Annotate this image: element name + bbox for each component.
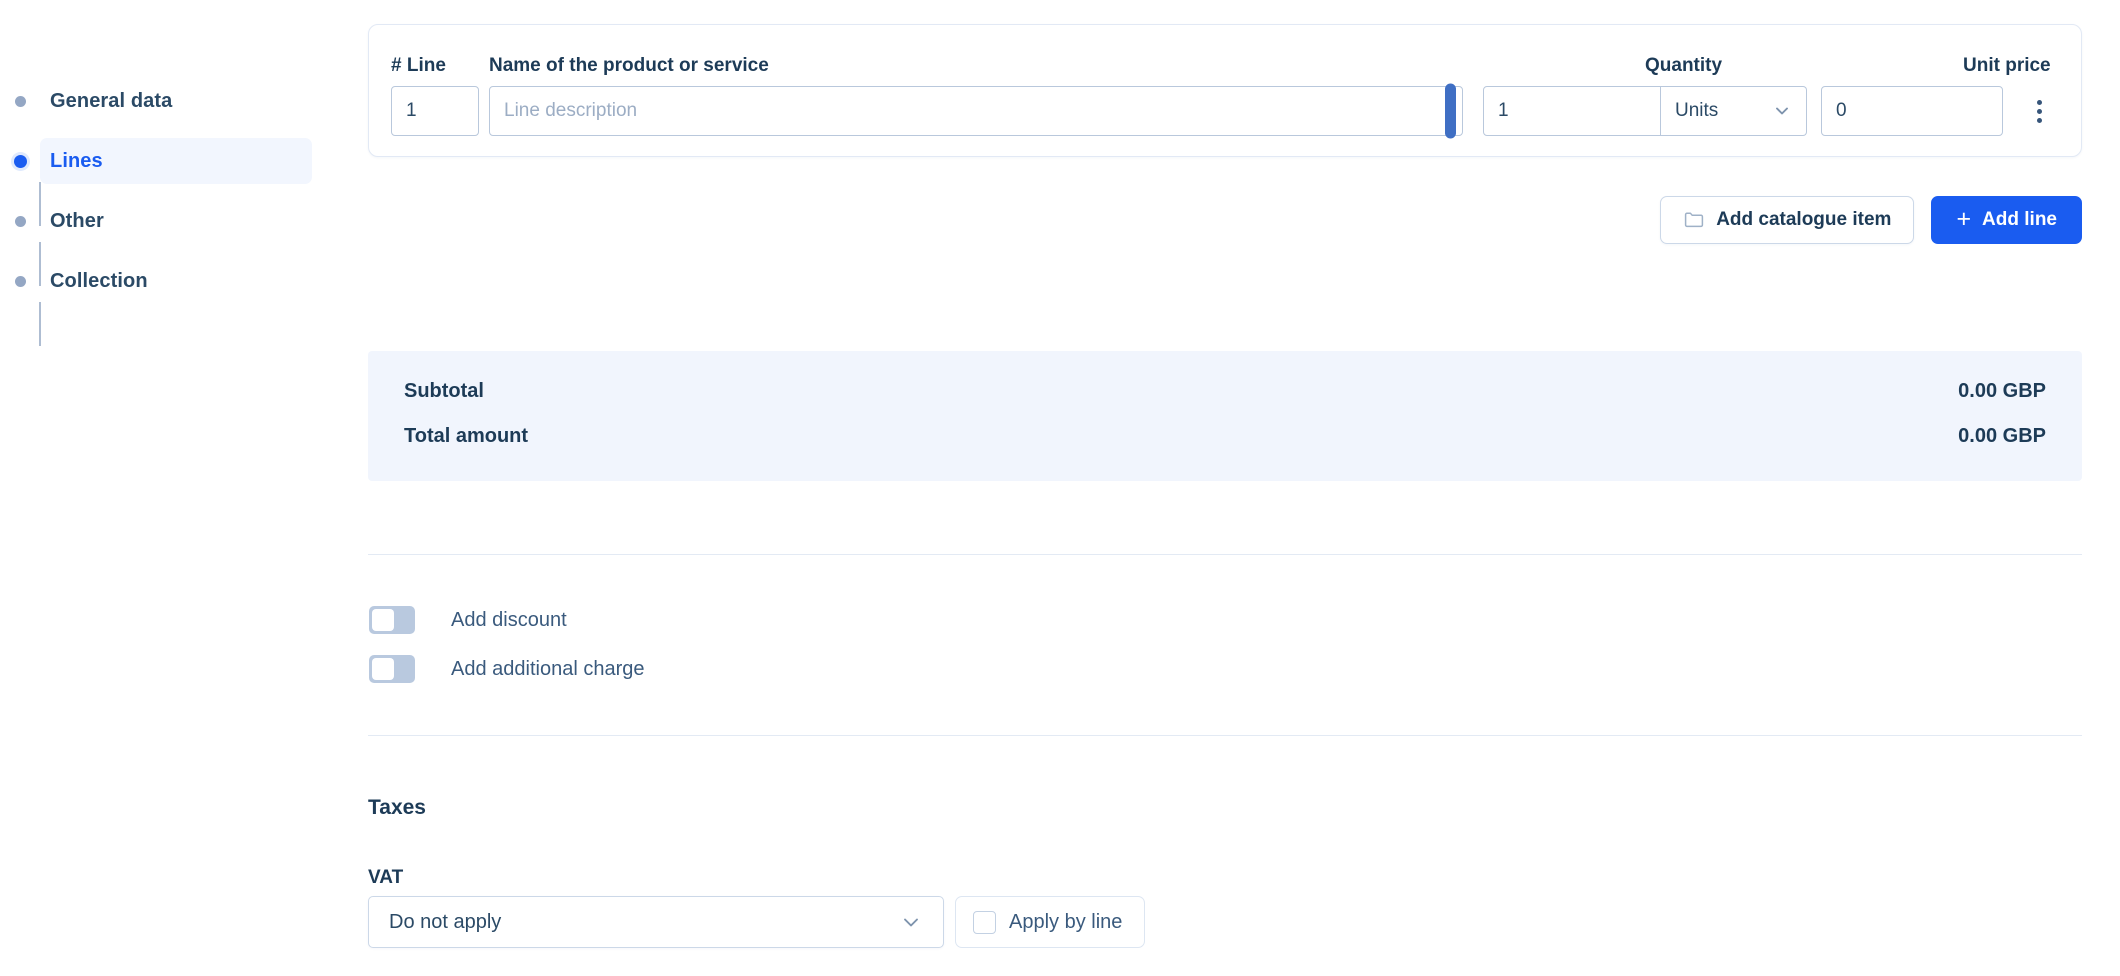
quantity-unit-group: Units xyxy=(1483,86,1807,136)
vat-select-value: Do not apply xyxy=(389,910,502,933)
apply-by-line-checkbox[interactable] xyxy=(973,910,996,934)
add-additional-charge-label: Add additional charge xyxy=(451,657,645,680)
vat-controls-row: Do not apply Apply by line xyxy=(368,896,1146,948)
stepper-dot-collection xyxy=(0,275,40,287)
chevron-down-icon xyxy=(899,910,923,934)
add-additional-charge-toggle[interactable] xyxy=(369,655,415,683)
total-amount-value: 0.00 GBP xyxy=(1958,425,2046,447)
add-catalogue-item-label: Add catalogue item xyxy=(1716,209,1892,230)
divider-above-taxes xyxy=(368,735,2082,736)
subtotal-label: Subtotal xyxy=(404,380,484,402)
add-catalogue-item-button[interactable]: Add catalogue item xyxy=(1660,196,1915,244)
line-description-input[interactable] xyxy=(489,86,1463,136)
stepper-item-lines[interactable]: Lines xyxy=(0,138,330,184)
column-header-line: # Line xyxy=(391,55,446,76)
unit-select-value: Units xyxy=(1675,100,1719,121)
unit-select[interactable]: Units xyxy=(1661,86,1807,136)
apply-by-line-option[interactable]: Apply by line xyxy=(955,896,1146,948)
lines-actions: Add catalogue item + Add line xyxy=(1660,196,2082,244)
invoice-lines-page: General data Lines Other Collection # Li… xyxy=(0,0,2120,976)
add-discount-label: Add discount xyxy=(451,608,567,631)
stepper-label-lines: Lines xyxy=(50,149,103,172)
stepper-dot-other xyxy=(0,215,40,227)
options-toggles: Add discount Add additional charge xyxy=(369,598,644,696)
column-header-unit-price: Unit price xyxy=(1963,55,2051,76)
quantity-input[interactable] xyxy=(1483,86,1661,136)
totals-panel: Subtotal 0.00 GBP Total amount 0.00 GBP xyxy=(368,351,2082,481)
kebab-menu-icon[interactable] xyxy=(2019,86,2059,136)
divider-above-toggles xyxy=(368,554,2082,555)
apply-by-line-label: Apply by line xyxy=(1009,910,1123,933)
unit-price-input[interactable] xyxy=(1821,86,2003,136)
subtotal-value: 0.00 GBP xyxy=(1958,380,2046,402)
totals-row-subtotal: Subtotal 0.00 GBP xyxy=(404,369,2046,414)
stepper-item-collection[interactable]: Collection xyxy=(0,258,330,304)
line-description-wrapper xyxy=(489,83,1463,139)
vat-select[interactable]: Do not apply xyxy=(368,896,944,948)
stepper-item-other[interactable]: Other xyxy=(0,198,330,244)
column-header-quantity: Quantity xyxy=(1645,55,1723,76)
plus-icon: + xyxy=(1956,204,1972,233)
table-row: Units xyxy=(391,83,2059,139)
wizard-stepper: General data Lines Other Collection xyxy=(0,78,330,346)
lines-card: # Line Name of the product or service Qu… xyxy=(368,24,2082,157)
folder-icon xyxy=(1683,209,1705,231)
line-number-input[interactable] xyxy=(391,86,479,136)
total-amount-label: Total amount xyxy=(404,425,529,447)
add-discount-toggle[interactable] xyxy=(369,606,415,634)
toggle-row-add-additional-charge: Add additional charge xyxy=(369,647,644,691)
stepper-dot-lines xyxy=(0,154,40,168)
add-line-label: Add line xyxy=(1982,209,2057,230)
vat-field-label: VAT xyxy=(368,867,404,888)
lines-table-header: # Line Name of the product or service Qu… xyxy=(391,47,2059,77)
stepper-connector-3 xyxy=(39,302,41,346)
totals-row-total-amount: Total amount 0.00 GBP xyxy=(404,414,2046,459)
drag-handle-icon[interactable] xyxy=(1445,83,1456,139)
stepper-item-general-data[interactable]: General data xyxy=(0,78,330,124)
stepper-label-other: Other xyxy=(50,209,104,232)
stepper-dot-general-data xyxy=(0,95,40,107)
main-content: # Line Name of the product or service Qu… xyxy=(368,0,2120,976)
add-line-button[interactable]: + Add line xyxy=(1931,196,2082,244)
column-header-name: Name of the product or service xyxy=(489,55,769,76)
stepper-label-general-data: General data xyxy=(50,89,173,112)
taxes-section-title: Taxes xyxy=(368,796,426,819)
toggle-row-add-discount: Add discount xyxy=(369,598,644,642)
stepper-label-collection: Collection xyxy=(50,269,148,292)
chevron-down-icon xyxy=(1772,101,1792,121)
